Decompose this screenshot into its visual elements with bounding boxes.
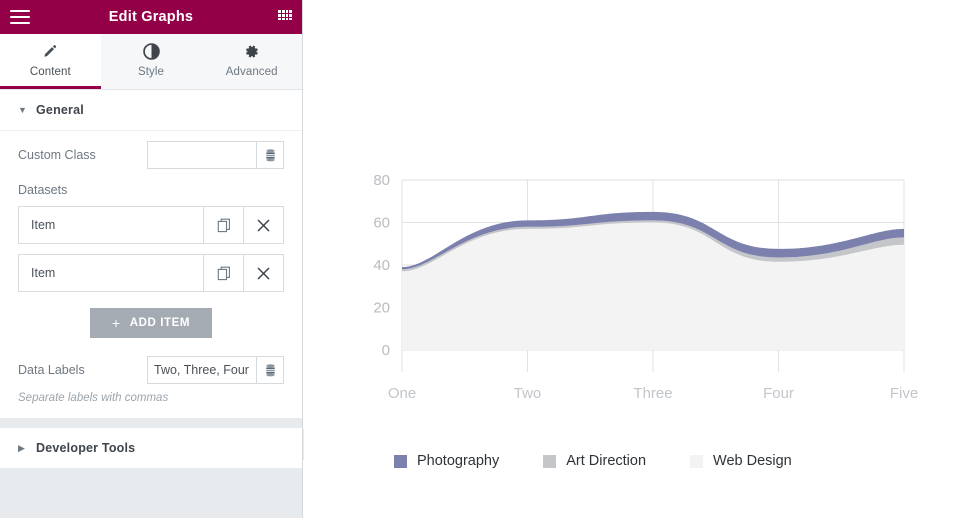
legend-swatch-icon bbox=[543, 454, 557, 468]
chevron-down-icon: ▼ bbox=[18, 104, 27, 115]
custom-class-label: Custom Class bbox=[18, 148, 96, 162]
preview-canvas: 80 60 40 20 0 One Two Three Four Five Ph… bbox=[304, 0, 969, 518]
dataset-item-title[interactable]: Item bbox=[19, 207, 203, 243]
pencil-icon bbox=[42, 43, 58, 61]
hamburger-bar bbox=[10, 16, 30, 18]
dataset-item-2[interactable]: Item bbox=[18, 254, 284, 292]
tab-content[interactable]: Content bbox=[0, 34, 101, 89]
area-chart[interactable]: 80 60 40 20 0 One Two Three Four Five bbox=[340, 150, 960, 410]
hamburger-bar bbox=[10, 10, 30, 12]
tab-style-label: Style bbox=[137, 65, 165, 78]
add-item-button[interactable]: + ADD ITEM bbox=[89, 308, 213, 338]
y-tick-80: 80 bbox=[373, 172, 390, 189]
legend-label: Web Design bbox=[713, 453, 792, 469]
data-labels-input[interactable] bbox=[147, 356, 256, 384]
y-tick-0: 0 bbox=[382, 342, 390, 359]
x-tick-one: One bbox=[388, 385, 416, 402]
section-general-header[interactable]: ▼ General bbox=[0, 90, 302, 131]
remove-dataset-icon[interactable] bbox=[243, 255, 283, 291]
custom-class-field-group bbox=[147, 141, 284, 169]
editor-panel: Edit Graphs Content Style Advanced ▼ Gen… bbox=[0, 0, 303, 518]
legend-item-photography[interactable]: Photography bbox=[394, 453, 499, 469]
control-data-labels: Data Labels bbox=[18, 356, 284, 384]
tab-content-label: Content bbox=[29, 65, 71, 78]
contrast-icon bbox=[142, 43, 160, 61]
panel-footer-space bbox=[0, 468, 302, 518]
tab-advanced-label: Advanced bbox=[225, 65, 278, 78]
section-general: ▼ General Custom Class Datasets Item Ite… bbox=[0, 90, 302, 418]
hamburger-bar bbox=[10, 22, 30, 24]
x-tick-two: Two bbox=[514, 385, 542, 402]
panel-tabs: Content Style Advanced bbox=[0, 34, 302, 90]
dynamic-tags-icon[interactable] bbox=[256, 141, 284, 169]
legend-swatch-icon bbox=[394, 454, 407, 468]
y-tick-40: 40 bbox=[373, 257, 390, 274]
plus-icon: + bbox=[111, 315, 121, 331]
section-developer-tools: ▶ Developer Tools bbox=[0, 428, 302, 468]
panel-header: Edit Graphs bbox=[0, 0, 302, 34]
legend-label: Art Direction bbox=[566, 453, 647, 469]
datasets-label: Datasets bbox=[18, 183, 68, 197]
section-divider bbox=[0, 418, 302, 428]
x-tick-three: Three bbox=[633, 385, 672, 402]
section-general-title: General bbox=[36, 103, 84, 117]
y-tick-60: 60 bbox=[373, 215, 390, 232]
control-custom-class: Custom Class bbox=[18, 141, 284, 169]
legend-label: Photography bbox=[417, 453, 500, 469]
grid-apps-icon[interactable] bbox=[278, 10, 292, 24]
tab-advanced[interactable]: Advanced bbox=[201, 34, 302, 89]
panel-title: Edit Graphs bbox=[108, 9, 194, 25]
x-tick-five: Five bbox=[890, 385, 918, 402]
section-developer-tools-title: Developer Tools bbox=[36, 441, 136, 455]
y-tick-20: 20 bbox=[373, 300, 390, 317]
data-labels-field-group bbox=[147, 356, 284, 384]
chart-legend: Photography Art Direction Web Design bbox=[394, 453, 792, 469]
x-tick-four: Four bbox=[763, 385, 794, 402]
legend-item-web-design[interactable]: Web Design bbox=[690, 453, 792, 469]
panel-body: ▼ General Custom Class Datasets Item Ite… bbox=[0, 90, 302, 518]
section-developer-tools-header[interactable]: ▶ Developer Tools bbox=[0, 428, 302, 468]
custom-class-input[interactable] bbox=[147, 141, 256, 169]
hamburger-menu-icon[interactable] bbox=[10, 10, 30, 24]
dataset-item-title[interactable]: Item bbox=[19, 255, 203, 291]
gear-icon bbox=[243, 43, 260, 61]
duplicate-icon[interactable] bbox=[203, 255, 243, 291]
data-labels-hint: Separate labels with commas bbox=[18, 392, 169, 404]
add-item-label: ADD ITEM bbox=[129, 317, 191, 329]
remove-dataset-icon[interactable] bbox=[243, 207, 283, 243]
tab-style[interactable]: Style bbox=[101, 34, 202, 89]
duplicate-icon[interactable] bbox=[203, 207, 243, 243]
chevron-right-icon: ▶ bbox=[18, 442, 25, 453]
data-labels-label: Data Labels bbox=[18, 363, 85, 377]
legend-item-art-direction[interactable]: Art Direction bbox=[543, 453, 646, 469]
graph-widget: 80 60 40 20 0 One Two Three Four Five Ph… bbox=[340, 150, 960, 490]
add-item-row: + ADD ITEM bbox=[18, 308, 284, 338]
dataset-item-1[interactable]: Item bbox=[18, 206, 284, 244]
legend-swatch-icon bbox=[690, 454, 704, 468]
dynamic-tags-icon[interactable] bbox=[256, 356, 284, 384]
section-general-body: Custom Class Datasets Item Item + ADD IT… bbox=[0, 131, 302, 418]
